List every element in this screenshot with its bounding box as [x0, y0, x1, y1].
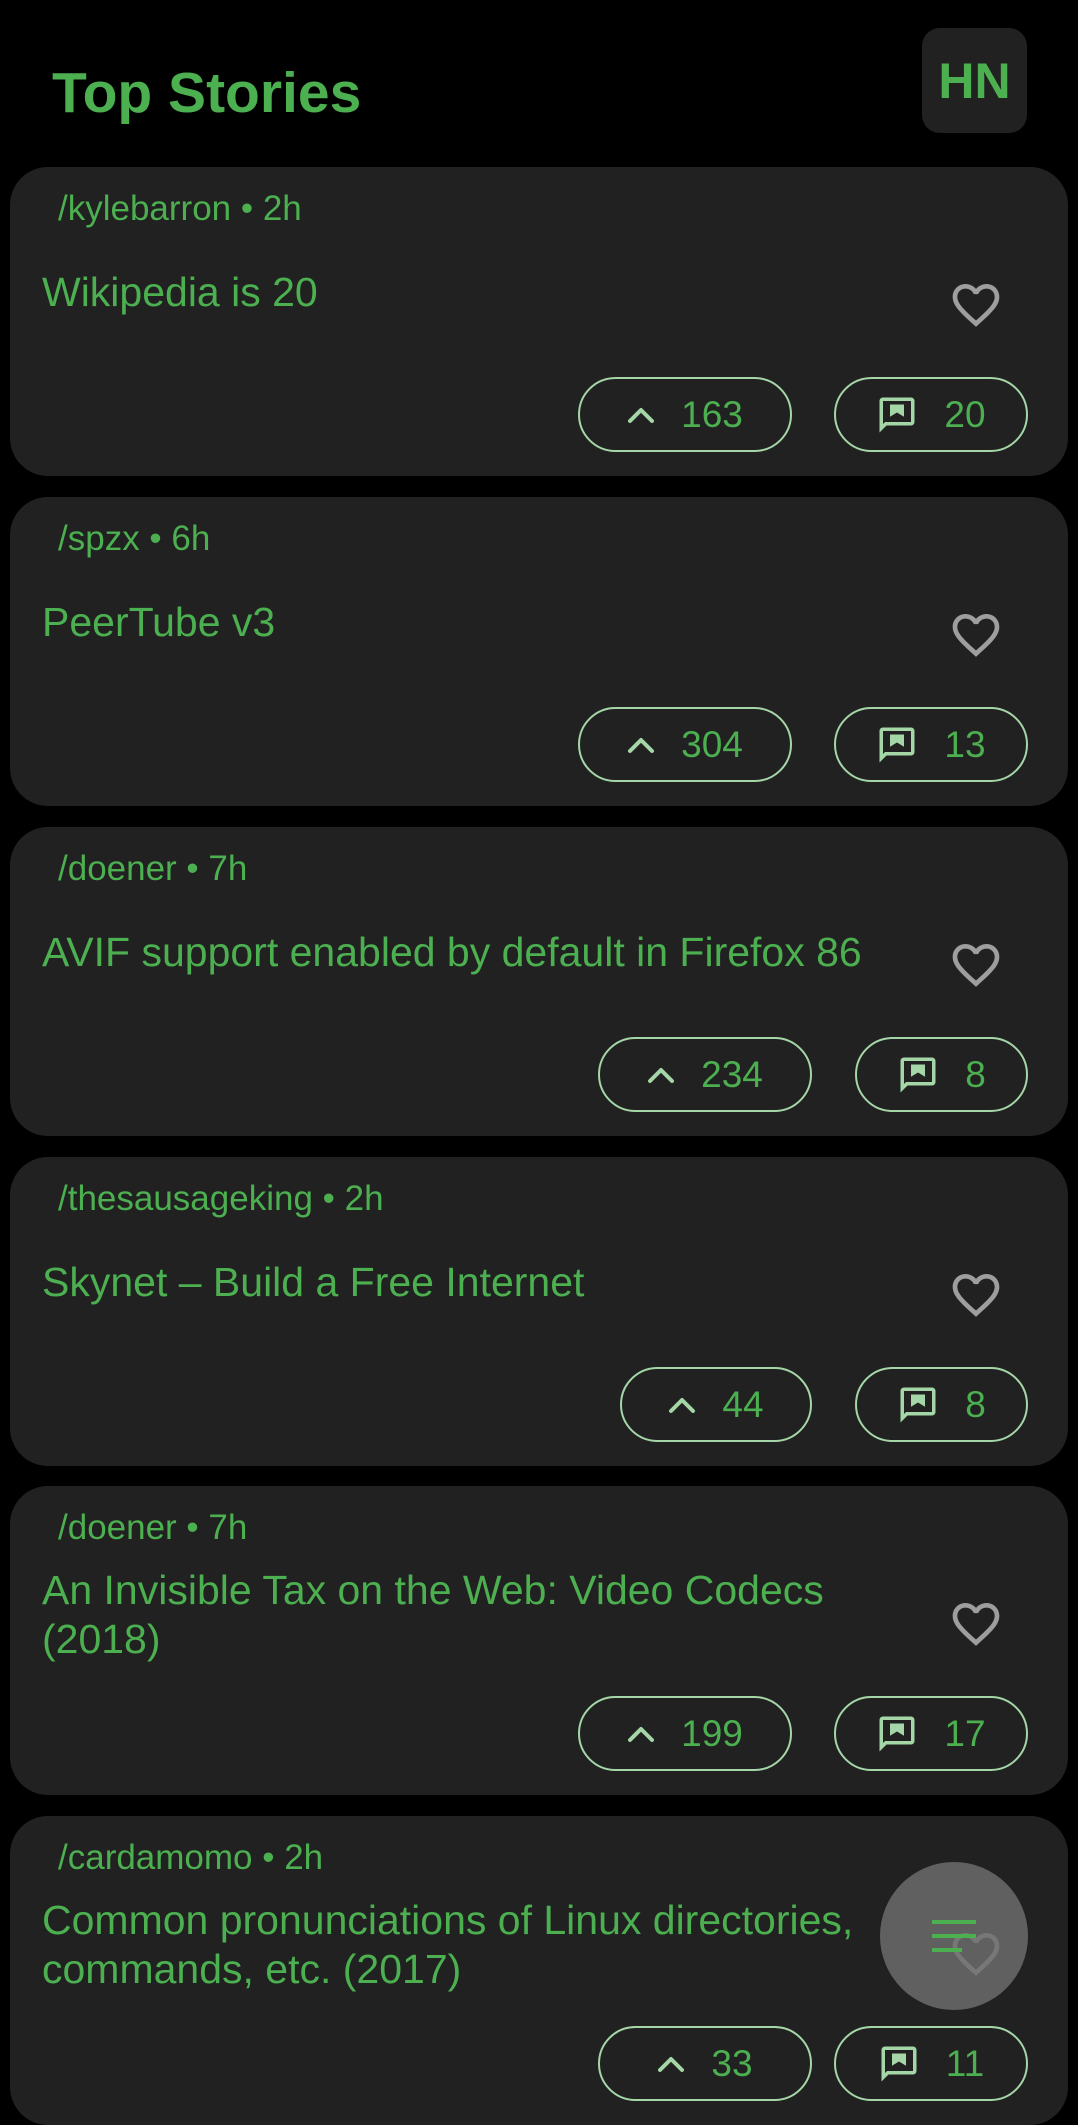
menu-icon — [932, 1920, 976, 1952]
story-title[interactable]: Skynet – Build a Free Internet — [42, 1258, 902, 1307]
story-card[interactable]: /thesausageking • 2h Skynet – Build a Fr… — [10, 1157, 1068, 1466]
comments-button[interactable]: 20 — [834, 377, 1028, 452]
story-meta[interactable]: /doener • 7h — [58, 847, 247, 891]
points-count: 304 — [681, 724, 743, 765]
points-count: 44 — [722, 1384, 764, 1425]
upvote-button[interactable]: 163 — [578, 377, 792, 452]
chevron-up-icon — [628, 1726, 655, 1742]
comment-icon — [900, 1387, 936, 1422]
comments-button[interactable]: 8 — [855, 1367, 1028, 1442]
upvote-button[interactable]: 304 — [578, 707, 792, 782]
comments-button[interactable]: 8 — [855, 1037, 1028, 1112]
hn-logo-button[interactable]: HN — [922, 28, 1027, 133]
chevron-up-icon — [648, 1067, 675, 1083]
menu-fab-button[interactable] — [880, 1862, 1028, 2010]
comments-button[interactable]: 17 — [834, 1696, 1028, 1771]
chevron-up-icon — [658, 2056, 685, 2072]
story-meta[interactable]: /doener • 7h — [58, 1506, 247, 1550]
story-title[interactable]: Common pronunciations of Linux directori… — [42, 1896, 902, 1994]
story-card[interactable]: /spzx • 6h PeerTube v3 304 13 — [10, 497, 1068, 806]
story-meta[interactable]: /kylebarron • 2h — [58, 187, 302, 231]
upvote-button[interactable]: 33 — [598, 2026, 812, 2101]
points-count: 199 — [681, 1713, 743, 1754]
upvote-button[interactable]: 199 — [578, 1696, 792, 1771]
comments-count: 11 — [945, 2043, 985, 2084]
comments-count: 17 — [944, 1713, 986, 1754]
upvote-button[interactable]: 44 — [620, 1367, 812, 1442]
heart-icon[interactable] — [946, 607, 1006, 663]
story-title[interactable]: PeerTube v3 — [42, 598, 902, 647]
story-title[interactable]: Wikipedia is 20 — [42, 268, 902, 317]
chevron-up-icon — [669, 1397, 696, 1413]
story-title[interactable]: An Invisible Tax on the Web: Video Codec… — [42, 1566, 902, 1664]
heart-icon[interactable] — [946, 937, 1006, 993]
story-card[interactable]: /kylebarron • 2h Wikipedia is 20 163 20 — [10, 167, 1068, 476]
story-meta[interactable]: /cardamomo • 2h — [58, 1836, 323, 1880]
comment-icon — [881, 2046, 917, 2081]
comment-icon — [900, 1057, 936, 1092]
comment-icon — [879, 727, 915, 762]
story-card[interactable]: /doener • 7h An Invisible Tax on the Web… — [10, 1486, 1068, 1795]
points-count: 33 — [711, 2043, 753, 2084]
app-header: Top Stories HN — [0, 0, 1078, 165]
comments-button[interactable]: 11 — [834, 2026, 1028, 2101]
comments-count: 8 — [965, 1384, 986, 1425]
story-meta[interactable]: /thesausageking • 2h — [58, 1177, 384, 1221]
comments-count: 20 — [944, 394, 986, 435]
comments-button[interactable]: 13 — [834, 707, 1028, 782]
story-title[interactable]: AVIF support enabled by default in Firef… — [42, 928, 902, 977]
comment-icon — [879, 397, 915, 432]
heart-icon[interactable] — [946, 1267, 1006, 1323]
comments-count: 13 — [944, 724, 986, 765]
points-count: 163 — [681, 394, 743, 435]
heart-icon[interactable] — [946, 1596, 1006, 1652]
story-card[interactable]: /doener • 7h AVIF support enabled by def… — [10, 827, 1068, 1136]
chevron-up-icon — [628, 737, 655, 753]
heart-icon[interactable] — [946, 277, 1006, 333]
comment-icon — [879, 1716, 915, 1751]
page-title: Top Stories — [52, 61, 362, 125]
story-meta[interactable]: /spzx • 6h — [58, 517, 210, 561]
points-count: 234 — [701, 1054, 763, 1095]
comments-count: 8 — [965, 1054, 986, 1095]
chevron-up-icon — [628, 407, 655, 423]
upvote-button[interactable]: 234 — [598, 1037, 812, 1112]
